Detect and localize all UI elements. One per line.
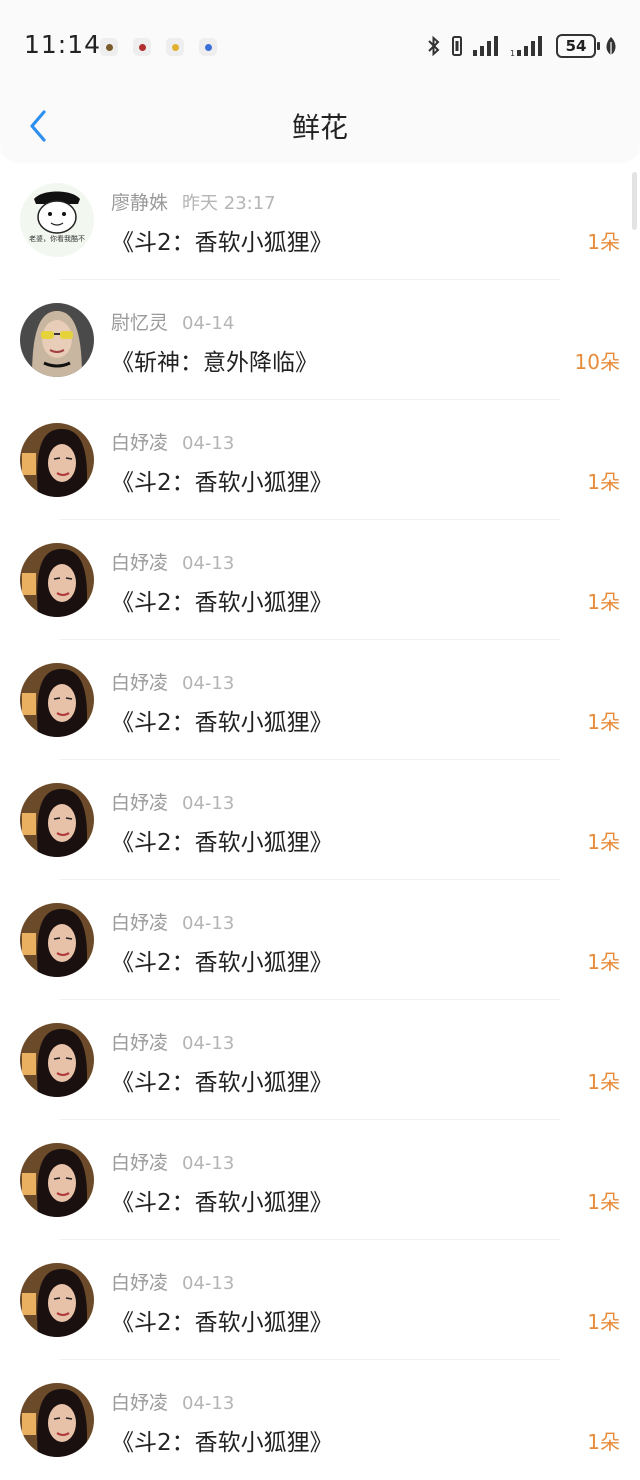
gift-date: 04-13 [182,433,235,454]
book-title: 《斗2：香软小狐狸》 [111,1190,333,1216]
flower-count: 1朵 [587,1190,620,1214]
gift-date: 04-13 [182,793,235,814]
book-title: 《斗2：香软小狐狸》 [111,590,333,616]
svg-text:老婆，你看我酷不: 老婆，你看我酷不 [29,234,85,243]
gift-date: 04-14 [182,313,235,334]
list-item[interactable]: 白妤凌 04-13 《斗2：香软小狐狸》 1朵 [0,1360,640,1480]
gift-date: 昨天 23:17 [182,193,276,214]
sender-name: 白妤凌 [111,1152,169,1174]
header: 鲜花 [0,96,640,160]
book-title: 《斗2：香软小狐狸》 [111,470,333,496]
avatar[interactable] [20,783,94,857]
app-notification-icon [100,38,118,56]
app-notification-icon [199,38,217,56]
avatar[interactable] [20,903,94,977]
book-title: 《斗2：香软小狐狸》 [111,1310,333,1336]
gift-list: 老婆，你看我酷不 廖静姝 昨天 23:17 《斗2：香软小狐狸》 1朵 尉忆灵 04… [0,160,640,1480]
status-bar: 11:14 1 54 [0,0,640,96]
avatar[interactable]: 老婆，你看我酷不 [20,183,94,257]
system-icons: 1 54 [426,34,618,58]
avatar[interactable] [20,1383,94,1457]
list-item[interactable]: 白妤凌 04-13 《斗2：香软小狐狸》 1朵 [0,760,640,880]
sender-name: 白妤凌 [111,672,169,694]
sender-name: 白妤凌 [111,432,169,454]
sender-name: 白妤凌 [111,912,169,934]
battery-level: 54 [565,37,587,55]
avatar[interactable] [20,543,94,617]
avatar[interactable] [20,1023,94,1097]
list-item[interactable]: 白妤凌 04-13 《斗2：香软小狐狸》 1朵 [0,1240,640,1360]
list-item[interactable]: 白妤凌 04-13 《斗2：香软小狐狸》 1朵 [0,640,640,760]
flower-count: 1朵 [587,1070,620,1094]
notification-icons [100,38,217,56]
book-title: 《斗2：香软小狐狸》 [111,1070,333,1096]
list-item[interactable]: 白妤凌 04-13 《斗2：香软小狐狸》 1朵 [0,880,640,1000]
gift-date: 04-13 [182,1273,235,1294]
app-notification-icon [133,38,151,56]
app-notification-icon [166,38,184,56]
avatar[interactable] [20,1263,94,1337]
signal-icon-secondary: 1 [510,36,542,58]
flower-count: 1朵 [587,830,620,854]
battery-icon: 54 [556,34,600,58]
svg-text:1: 1 [510,49,515,58]
sender-name: 尉忆灵 [111,312,169,334]
list-item[interactable]: 老婆，你看我酷不 廖静姝 昨天 23:17 《斗2：香软小狐狸》 1朵 [0,160,640,280]
flower-count: 1朵 [587,1310,620,1334]
flower-count: 1朵 [587,950,620,974]
flower-count: 1朵 [587,1430,620,1454]
gift-date: 04-13 [182,1153,235,1174]
status-time: 11:14 [24,30,102,59]
avatar[interactable] [20,663,94,737]
flower-count: 1朵 [587,710,620,734]
book-title: 《斗2：香软小狐狸》 [111,710,333,736]
flower-count: 10朵 [574,350,620,374]
book-title: 《斗2：香软小狐狸》 [111,230,333,256]
gift-date: 04-13 [182,1393,235,1414]
list-item[interactable]: 白妤凌 04-13 《斗2：香软小狐狸》 1朵 [0,400,640,520]
gift-date: 04-13 [182,553,235,574]
sender-name: 白妤凌 [111,792,169,814]
gift-date: 04-13 [182,1033,235,1054]
sender-name: 白妤凌 [111,1272,169,1294]
sender-name: 白妤凌 [111,552,169,574]
sender-name: 白妤凌 [111,1032,169,1054]
book-title: 《斗2：香软小狐狸》 [111,830,333,856]
list-item[interactable]: 尉忆灵 04-14 《斩神：意外降临》 10朵 [0,280,640,400]
avatar[interactable] [20,1143,94,1217]
bluetooth-icon [428,35,440,57]
book-title: 《斩神：意外降临》 [111,350,318,376]
sender-name: 白妤凌 [111,1392,169,1414]
list-item[interactable]: 白妤凌 04-13 《斗2：香软小狐狸》 1朵 [0,520,640,640]
flower-count: 1朵 [587,470,620,494]
book-title: 《斗2：香软小狐狸》 [111,950,333,976]
leaf-icon [606,37,616,55]
gift-date: 04-13 [182,913,235,934]
page-title: 鲜花 [291,111,348,144]
vibrate-icon [452,36,462,56]
flower-count: 1朵 [587,590,620,614]
scrollbar[interactable] [632,172,637,230]
list-item[interactable]: 白妤凌 04-13 《斗2：香软小狐狸》 1朵 [0,1120,640,1240]
avatar[interactable] [20,303,94,377]
flower-count: 1朵 [587,230,620,254]
avatar[interactable] [20,423,94,497]
list-item[interactable]: 白妤凌 04-13 《斗2：香软小狐狸》 1朵 [0,1000,640,1120]
signal-icon [473,36,498,56]
gift-date: 04-13 [182,673,235,694]
sender-name: 廖静姝 [111,192,169,214]
